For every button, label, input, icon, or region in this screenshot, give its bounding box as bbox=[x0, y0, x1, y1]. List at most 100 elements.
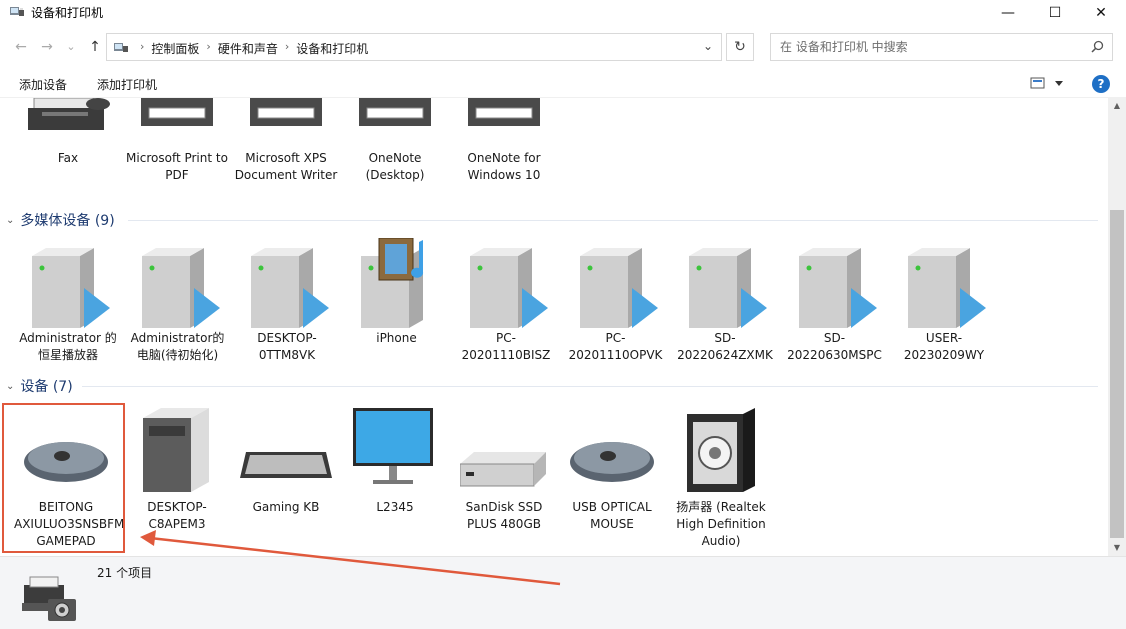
media-device-label: Administrator的电脑(待初始化) bbox=[130, 331, 225, 362]
breadcrumb-separator[interactable]: › bbox=[203, 40, 213, 57]
media-server-icon bbox=[579, 248, 658, 328]
device-item-gaming-kb[interactable]: Gaming KB bbox=[234, 408, 338, 548]
address-dropdown-icon[interactable]: ⌄ bbox=[703, 39, 713, 53]
group-title: 多媒体设备 (9) bbox=[20, 213, 115, 229]
group-header-multimedia[interactable]: ⌄ 多媒体设备 (9) bbox=[6, 210, 115, 230]
mouse-icon bbox=[570, 442, 654, 482]
media-server-icon bbox=[798, 248, 877, 328]
media-device-item[interactable]: Administrator的电脑(待初始化) bbox=[126, 236, 230, 366]
add-device-button[interactable]: 添加设备 bbox=[19, 76, 67, 93]
device-item-monitor[interactable]: L2345 bbox=[343, 408, 447, 548]
window-title: 设备和打印机 bbox=[31, 6, 104, 20]
device-item-ssd[interactable]: SanDisk SSD PLUS 480GB bbox=[452, 408, 556, 548]
address-bar[interactable]: › 控制面板 › 硬件和声音 › 设备和打印机 ⌄ bbox=[106, 33, 722, 61]
printer-label: Microsoft Print to PDF bbox=[126, 151, 228, 182]
media-device-label: iPhone bbox=[376, 331, 417, 345]
printer-item-onenote-desktop[interactable]: OneNote (Desktop) bbox=[343, 98, 447, 208]
device-label: Gaming KB bbox=[252, 500, 320, 514]
breadcrumb-hardware-sound[interactable]: 硬件和声音 bbox=[214, 40, 282, 57]
media-device-item[interactable]: DESKTOP-0TTM8VK bbox=[235, 236, 339, 366]
media-server-icon bbox=[32, 248, 110, 328]
media-device-item[interactable]: SD-20220630MSPC bbox=[783, 236, 887, 366]
forward-button[interactable]: → bbox=[38, 38, 56, 56]
computer-tower-icon bbox=[143, 408, 209, 492]
breadcrumb-separator[interactable]: › bbox=[282, 40, 292, 57]
location-icon bbox=[114, 43, 128, 52]
printer-item-onenote-win10[interactable]: OneNote for Windows 10 bbox=[452, 98, 556, 208]
breadcrumb-separator: › bbox=[140, 40, 145, 53]
media-device-label: SD-20220630MSPC bbox=[787, 331, 882, 362]
printer-item-print-to-pdf[interactable]: Microsoft Print to PDF bbox=[125, 98, 229, 208]
breadcrumb-control-panel[interactable]: 控制面板 bbox=[147, 40, 203, 57]
media-device-item[interactable]: PC-20201110OPVK bbox=[564, 236, 668, 366]
printer-item-xps-writer[interactable]: Microsoft XPS Document Writer bbox=[234, 98, 338, 208]
media-device-item[interactable]: USER-20230209WY bbox=[892, 236, 996, 366]
printer-label: Microsoft XPS Document Writer bbox=[234, 151, 338, 182]
view-options-icon bbox=[1030, 77, 1063, 89]
monitor-icon bbox=[353, 408, 433, 484]
printer-label: OneNote (Desktop) bbox=[365, 151, 425, 182]
fax-icon bbox=[28, 98, 110, 130]
refresh-button[interactable]: ↻ bbox=[726, 33, 754, 61]
media-device-item[interactable]: Administrator 的恒星播放器 bbox=[16, 236, 120, 366]
collapse-chevron-icon[interactable]: ⌄ bbox=[6, 215, 14, 226]
address-row: ← → ⌄ ↑ › 控制面板 › 硬件和声音 › 设备和打印机 ⌄ ↻ bbox=[0, 32, 1126, 62]
printer-icon bbox=[468, 98, 540, 126]
add-printer-button[interactable]: 添加打印机 bbox=[97, 76, 157, 93]
back-button[interactable]: ← bbox=[12, 38, 30, 56]
breadcrumb-devices-printers[interactable]: 设备和打印机 bbox=[292, 40, 372, 57]
media-device-item[interactable]: SD-20220624ZXMK bbox=[673, 236, 777, 366]
media-server-icon bbox=[689, 248, 767, 328]
content-area: Fax Microsoft Print to PDF Microsoft XPS… bbox=[0, 98, 1108, 556]
device-item-desktop[interactable]: DESKTOP-C8APEM3 bbox=[125, 408, 229, 548]
media-server-icon bbox=[908, 248, 986, 328]
scroll-thumb[interactable] bbox=[1110, 210, 1124, 538]
scroll-down-arrow-icon[interactable]: ▼ bbox=[1108, 540, 1126, 556]
printer-item-fax[interactable]: Fax bbox=[16, 98, 120, 208]
vertical-scrollbar[interactable]: ▲ ▼ bbox=[1108, 98, 1126, 556]
devices-printers-icon bbox=[10, 7, 24, 16]
title-bar: 设备和打印机 — ☐ ✕ bbox=[0, 0, 1126, 26]
item-count: 21 个项目 bbox=[97, 566, 153, 580]
device-label: USB OPTICAL MOUSE bbox=[572, 500, 652, 531]
group-divider bbox=[128, 220, 1098, 221]
command-bar: 添加设备 添加打印机 ? bbox=[0, 70, 1126, 98]
change-view-button[interactable] bbox=[1030, 77, 1064, 92]
search-icon[interactable] bbox=[1091, 40, 1104, 53]
device-label: DESKTOP-C8APEM3 bbox=[147, 500, 207, 531]
media-server-icon bbox=[141, 248, 220, 328]
group-header-devices[interactable]: ⌄ 设备 (7) bbox=[6, 376, 73, 396]
printer-icon bbox=[250, 98, 322, 126]
media-device-item[interactable]: iPhone bbox=[345, 236, 449, 366]
printer-label: Fax bbox=[57, 151, 79, 165]
media-device-label: Administrator 的恒星播放器 bbox=[19, 331, 117, 362]
minimize-button[interactable]: — bbox=[985, 0, 1031, 26]
media-device-item[interactable]: PC-20201110BISZ bbox=[454, 236, 558, 366]
help-button[interactable]: ? bbox=[1092, 75, 1110, 93]
device-item-usb-mouse[interactable]: USB OPTICAL MOUSE bbox=[560, 408, 664, 548]
device-label: 扬声器 (Realtek High Definition Audio) bbox=[676, 500, 766, 548]
collapse-chevron-icon[interactable]: ⌄ bbox=[6, 381, 14, 392]
recent-locations-button[interactable]: ⌄ bbox=[62, 38, 80, 56]
media-device-label: SD-20220624ZXMK bbox=[677, 331, 773, 362]
close-button[interactable]: ✕ bbox=[1078, 0, 1124, 26]
up-button[interactable]: ↑ bbox=[86, 38, 104, 56]
printer-icon bbox=[359, 98, 431, 126]
media-server-icon bbox=[360, 238, 423, 328]
printer-label: OneNote for Windows 10 bbox=[467, 151, 541, 182]
media-server-icon bbox=[470, 248, 548, 328]
media-device-label: PC-20201110BISZ bbox=[461, 331, 551, 362]
media-device-label: PC-20201110OPVK bbox=[568, 331, 663, 362]
printer-icon bbox=[141, 98, 213, 126]
search-box[interactable] bbox=[770, 33, 1113, 61]
media-device-label: DESKTOP-0TTM8VK bbox=[257, 331, 317, 362]
device-label: SanDisk SSD PLUS 480GB bbox=[465, 500, 543, 531]
search-input[interactable] bbox=[772, 35, 1082, 59]
device-label: L2345 bbox=[376, 500, 414, 514]
drive-icon bbox=[460, 452, 546, 487]
scroll-up-arrow-icon[interactable]: ▲ bbox=[1108, 98, 1126, 114]
speaker-icon bbox=[687, 408, 755, 492]
maximize-button[interactable]: ☐ bbox=[1032, 0, 1078, 26]
device-item-speaker[interactable]: 扬声器 (Realtek High Definition Audio) bbox=[669, 408, 773, 548]
devices-printers-large-icon bbox=[22, 576, 76, 621]
